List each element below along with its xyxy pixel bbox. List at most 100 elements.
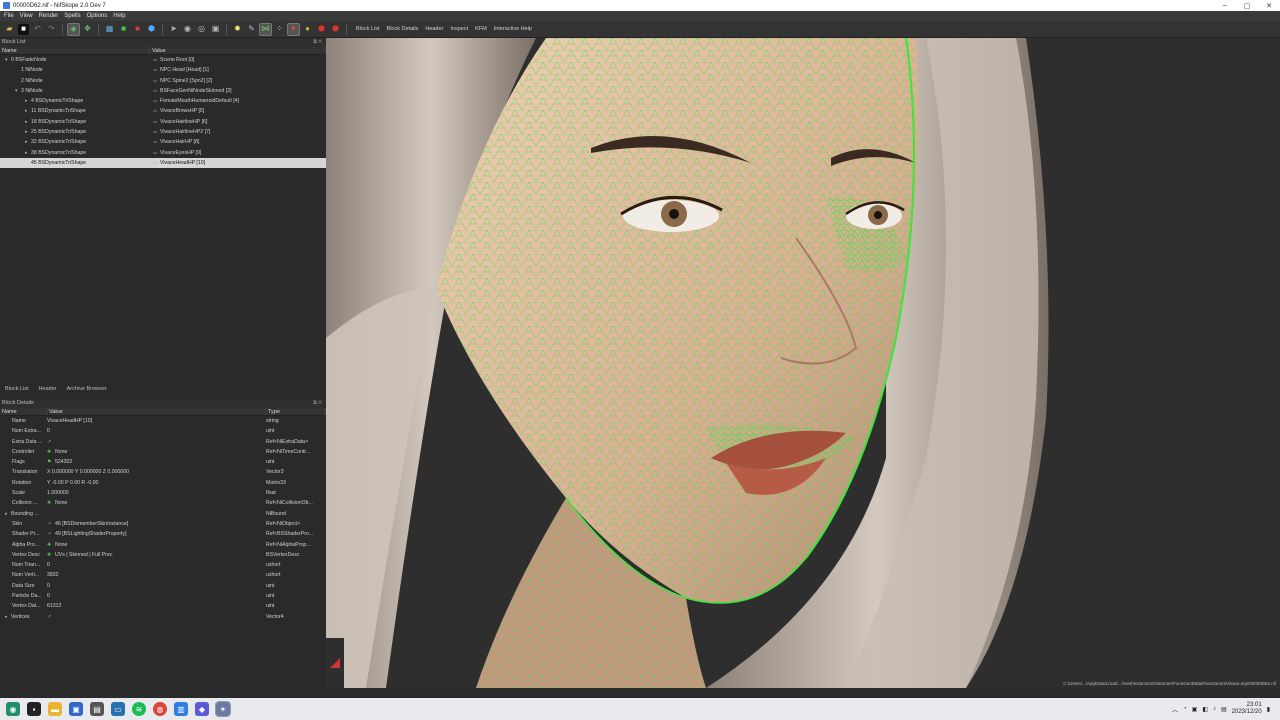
tab-archive-browser[interactable]: Archive Browser — [67, 386, 107, 392]
detail-value[interactable]: 0 — [47, 593, 50, 599]
tree-row[interactable]: ▸ 25 BSDynamicTriShape ▭ VivaceHairlineHP2 … — [0, 127, 326, 137]
save-icon[interactable]: ■ — [18, 23, 29, 35]
open-folder-icon[interactable]: ▰ — [4, 24, 15, 35]
toolbar-block-list[interactable]: Block List — [356, 26, 380, 32]
redo-icon[interactable]: ↷ — [46, 24, 57, 35]
detail-value[interactable]: None — [55, 500, 67, 506]
tree-row[interactable]: 45 BSDynamicTriShape ▭ VivaceHeadHP [10] — [0, 157, 326, 169]
link-icon[interactable]: ✚ — [47, 550, 55, 560]
tree-row[interactable]: 1 NiNode ▭ NPC Head [Head] [1] — [0, 65, 326, 75]
app-icon-5[interactable]: ◆ — [195, 702, 209, 716]
column-type[interactable]: Type — [266, 408, 326, 415]
vertex-icon[interactable]: ⁘ — [274, 24, 285, 35]
link-icon[interactable]: ⚑ — [47, 457, 55, 467]
chevron-up-icon[interactable]: ︿ — [1172, 705, 1178, 714]
detail-value[interactable]: 0 — [47, 562, 50, 568]
detail-row[interactable]: ▸ Bounding ... NiBound — [0, 509, 326, 519]
column-value[interactable]: Value — [150, 47, 326, 54]
search-icon[interactable]: ▪ — [27, 702, 41, 716]
move-icon[interactable]: ✥ — [82, 24, 93, 35]
toolbar-block-details[interactable]: Block Details — [387, 26, 419, 32]
app-icon-4[interactable]: ▥ — [174, 702, 188, 716]
view-icon[interactable]: ◉ — [182, 24, 193, 35]
detail-value[interactable]: 0 — [47, 428, 50, 434]
maximize-button[interactable]: ▢ — [1236, 2, 1258, 10]
lighting-icon[interactable]: ● — [302, 24, 313, 35]
eye-icon[interactable]: ◎ — [196, 24, 207, 35]
detail-row[interactable]: Alpha Pro... ✚ None Ref<NiAlphaProp... — [0, 540, 326, 550]
cursor-icon[interactable]: ➤ — [168, 24, 179, 35]
tray-icon-2[interactable]: ◧ — [1202, 706, 1208, 713]
app-icon[interactable]: ▣ — [69, 702, 83, 716]
detail-row[interactable]: ▸ Vertices ↗ Vector4 — [0, 612, 326, 622]
detail-value[interactable]: 1.000000 — [47, 490, 69, 496]
toolbar-inspect[interactable]: Inspect — [450, 26, 468, 32]
toolbar-interactive-help[interactable]: Interactive Help — [494, 26, 532, 32]
tray-icon-3[interactable]: ▤ — [1221, 706, 1227, 713]
menu-options[interactable]: Options — [87, 13, 108, 19]
detail-value[interactable]: None — [55, 449, 67, 455]
render-viewport[interactable]: C:/Users/.../AppData/Local/.../meshes/ac… — [326, 38, 1280, 688]
link-icon[interactable]: ↗ — [47, 529, 55, 539]
detail-value[interactable]: 3832 — [47, 572, 59, 578]
detail-value[interactable]: VivaceHeadHP [10] — [47, 418, 92, 424]
detail-row[interactable]: Num Verti... 3832 ushort — [0, 570, 326, 580]
network-icon[interactable]: ◔ — [1183, 706, 1187, 712]
link-icon[interactable]: ✚ — [47, 540, 55, 550]
column-name[interactable]: Name — [0, 47, 150, 54]
app-tray-icon[interactable]: ▣ — [1192, 706, 1198, 713]
red-square-icon[interactable]: ■ — [132, 24, 143, 35]
detail-row[interactable]: Rotation Y -0.00 P 0.00 R -0.00 Matrix33 — [0, 478, 326, 488]
nifskope-icon[interactable]: ✶ — [215, 701, 231, 717]
link-icon[interactable]: ↗ — [47, 519, 55, 529]
app-icon-3[interactable]: ▭ — [111, 702, 125, 716]
tree-row[interactable]: ▸ 11 BSDynamicTriShape ▭ VivaceBrowsHP [5] — [0, 106, 326, 116]
toolbar-kfm[interactable]: KFM — [475, 26, 487, 32]
start-icon[interactable]: ◉ — [6, 702, 20, 716]
tree-row[interactable]: 2 NiNode ▭ NPC Spine2 [Spn2] [2] — [0, 76, 326, 86]
detail-row[interactable]: Num Extra... 0 uint — [0, 426, 326, 436]
app-icon-2[interactable]: ▤ — [90, 702, 104, 716]
menu-file[interactable]: File — [4, 13, 14, 19]
link-icon[interactable]: ✚ — [47, 447, 55, 457]
detail-value[interactable]: 46 [BSDismemberSkinInstance] — [55, 521, 128, 527]
detail-row[interactable]: Controller ✚ None Ref<NiTimeContr... — [0, 447, 326, 457]
detail-value[interactable]: 524302 — [55, 459, 72, 465]
detail-row[interactable]: Collision ... ✚ None Ref<NiCollisionOb... — [0, 498, 326, 508]
skin-icon[interactable]: ⬣ — [330, 24, 341, 35]
menu-spells[interactable]: Spells — [64, 13, 80, 19]
notification-icon[interactable]: ▮ — [1267, 706, 1270, 713]
detail-row[interactable]: Vertex Dat... 61312 uint — [0, 601, 326, 611]
grid-icon[interactable]: ▦ — [104, 24, 115, 35]
tree-row[interactable]: ▾ 0 BSFadeNode ▭ Scene Root [0] — [0, 55, 326, 65]
detail-value[interactable]: None — [55, 542, 67, 548]
camera-icon[interactable]: ▣ — [210, 24, 221, 35]
detail-row[interactable]: Name VivaceHeadHP [10] string — [0, 416, 326, 426]
pen-icon[interactable]: ✎ — [246, 24, 257, 35]
detail-value[interactable]: 0 — [47, 583, 50, 589]
detail-row[interactable]: Skin ↗ 46 [BSDismemberSkinInstance] Ref<NiO… — [0, 519, 326, 529]
texture-icon[interactable]: ✦ — [287, 22, 300, 36]
detail-row[interactable]: Flags ⚑ 524302 uint — [0, 457, 326, 467]
clock[interactable]: 23:01 2023/12/20 — [1232, 702, 1262, 716]
detail-row[interactable]: Translation X 0.000000 Y 0.000000 Z 0.000… — [0, 467, 326, 477]
tree-row[interactable]: ▸ 4 BSDynamicTriShape ▭ FemaleMouthHumanoid… — [0, 96, 326, 106]
lightbulb-icon[interactable]: ✹ — [232, 24, 243, 35]
dock-controls-icon[interactable]: ⧉ ✕ — [313, 38, 322, 47]
detail-row[interactable]: Vertex Desc ✚ UVs | Skinned | Full Prec BSV… — [0, 550, 326, 560]
menu-help[interactable]: Help — [113, 13, 125, 19]
spotify-icon[interactable]: ≋ — [132, 702, 146, 716]
file-explorer-icon[interactable]: ▬ — [48, 702, 62, 716]
close-button[interactable]: ✕ — [1258, 2, 1280, 10]
detail-value[interactable]: Y -0.00 P 0.00 R -0.00 — [47, 480, 98, 486]
tree-row[interactable]: ▾ 3 NiNode ▭ BSFaceGenNiNodeSkinned [3] — [0, 86, 326, 96]
tab-header[interactable]: Header — [39, 386, 57, 392]
link-icon[interactable]: ✚ — [47, 498, 55, 508]
link-icon[interactable]: ↗ — [47, 612, 55, 622]
minimize-button[interactable]: – — [1214, 2, 1236, 9]
undo-icon[interactable]: ↶ — [32, 24, 43, 35]
tree-row[interactable]: ▸ 38 BSDynamicTriShape ▭ VivaceEyesHP [9] — [0, 148, 326, 158]
detail-row[interactable]: Scale 1.000000 float — [0, 488, 326, 498]
detail-value[interactable]: 49 [BSLightingShaderProperty] — [55, 531, 127, 537]
menu-view[interactable]: View — [20, 13, 33, 19]
